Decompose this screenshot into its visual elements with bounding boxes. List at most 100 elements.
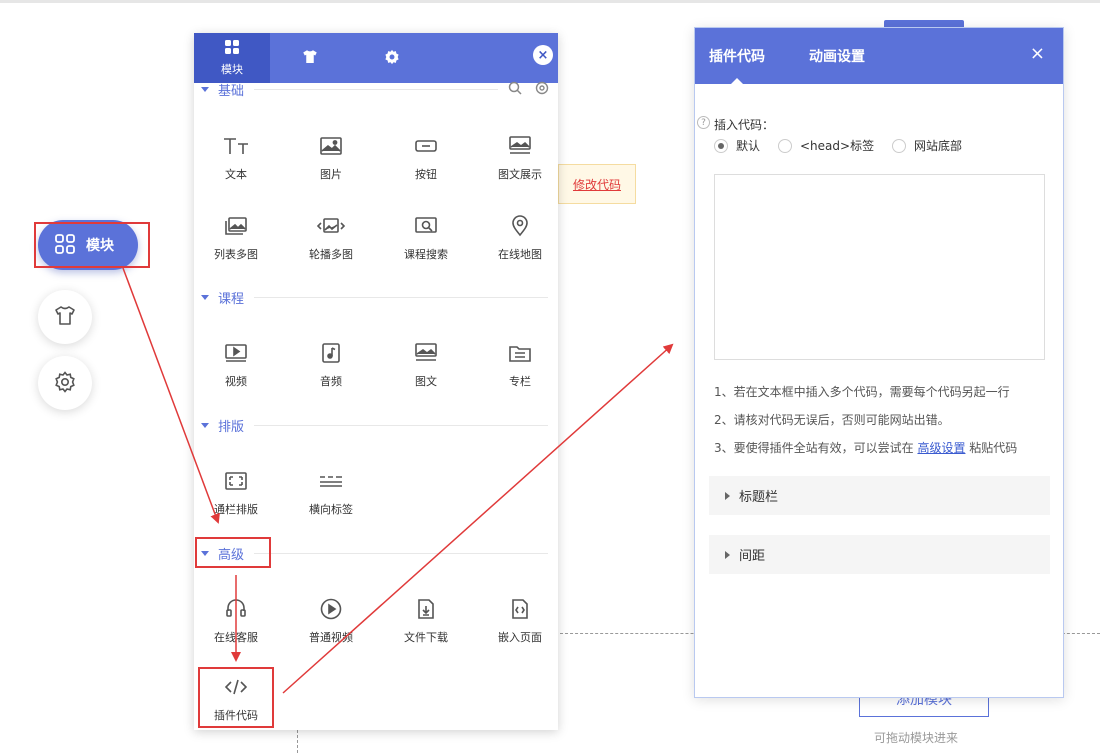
note-1: 1、若在文本框中插入多个代码，需要每个代码另起一行 <box>714 385 1010 399</box>
modify-code-hint: 修改代码 <box>558 164 636 204</box>
plugin-code-panel: 插件代码 动画设置 × ? 插入代码： 默认 <head>标签 网站底部 1、若… <box>694 27 1064 698</box>
module-item-article[interactable]: 图文 <box>386 340 466 400</box>
module-item-column[interactable]: 专栏 <box>480 340 558 400</box>
drag-hint-text: 可拖动模块进来 <box>874 731 959 745</box>
module-item-embed-page[interactable]: 嵌入页面 <box>480 596 558 656</box>
search-icon[interactable] <box>508 81 522 98</box>
section-layout-title: 排版 <box>218 419 245 435</box>
add-module-label: 添加模块 <box>896 697 952 708</box>
caret-right-icon <box>725 491 730 500</box>
section-divider <box>254 424 548 426</box>
advanced-settings-link[interactable]: 高级设置 <box>917 441 965 455</box>
module-item-label: 轮播多图 <box>309 248 353 261</box>
theme-fab-button[interactable] <box>38 290 92 344</box>
module-item-image[interactable]: 图片 <box>291 133 371 193</box>
modify-code-link[interactable]: 修改代码 <box>573 176 621 193</box>
fullwidth-icon <box>224 468 248 494</box>
grid-icon <box>224 39 240 58</box>
note-3: 3、要使得插件全站有效，可以尝试在 高级设置 粘贴代码 <box>714 439 1017 456</box>
tab-settings[interactable] <box>354 33 430 83</box>
video-icon <box>224 340 248 366</box>
module-item-label: 图片 <box>320 168 342 181</box>
collapsible-title-bar[interactable]: 标题栏 <box>709 476 1050 515</box>
collapsible-spacing-label: 间距 <box>739 549 766 564</box>
module-item-map[interactable]: 在线地图 <box>480 213 558 273</box>
tab-plugin-code[interactable]: 插件代码 <box>709 46 765 66</box>
radio-default-label: 默认 <box>736 139 761 153</box>
plugin-code-panel-header: 插件代码 动画设置 × <box>695 28 1063 84</box>
code-textarea[interactable] <box>714 174 1045 360</box>
section-course-title: 课程 <box>218 291 245 307</box>
module-item-label: 课程搜索 <box>404 248 448 261</box>
add-module-button[interactable]: 添加模块 <box>859 697 989 717</box>
gear-icon <box>53 370 77 397</box>
section-layout[interactable]: 排版 <box>194 415 558 435</box>
caret-down-icon <box>201 422 209 428</box>
radio-circle <box>714 138 728 153</box>
embed-page-icon <box>510 596 530 622</box>
radio-head-tag[interactable]: <head>标签 <box>778 137 874 154</box>
module-item-label: 图文展示 <box>498 168 542 181</box>
module-panel-header: 模块 × <box>194 33 558 83</box>
module-item-carousel[interactable]: 轮播多图 <box>291 213 371 273</box>
module-item-audio[interactable]: 音频 <box>291 340 371 400</box>
shirt-icon <box>301 48 319 69</box>
collapsible-title-bar-label: 标题栏 <box>739 490 779 505</box>
tab-animation-settings[interactable]: 动画设置 <box>809 46 865 66</box>
radio-head-tag-label: <head>标签 <box>800 139 875 153</box>
module-item-image-text[interactable]: 图文展示 <box>480 133 558 193</box>
map-pin-icon <box>511 213 529 239</box>
tab-modules[interactable]: 模块 <box>194 33 270 83</box>
module-panel-close-button[interactable]: × <box>533 45 553 65</box>
module-item-label: 视频 <box>225 375 247 388</box>
section-divider <box>254 88 498 90</box>
collapsible-spacing[interactable]: 间距 <box>709 535 1050 574</box>
module-item-label: 文本 <box>225 168 247 181</box>
article-icon <box>414 340 438 366</box>
module-item-label: 专栏 <box>509 375 531 388</box>
eye-settings-icon[interactable] <box>534 81 550 98</box>
module-item-fullwidth[interactable]: 通栏排版 <box>196 468 276 528</box>
image-text-icon <box>508 133 532 159</box>
module-item-course-search[interactable]: 课程搜索 <box>386 213 466 273</box>
insert-code-label: 插入代码： <box>714 118 775 132</box>
radio-default[interactable]: 默认 <box>714 137 760 154</box>
note-3-prefix: 3、要使得插件全站有效，可以尝试在 <box>714 441 918 455</box>
note-3-suffix: 粘贴代码 <box>965 441 1018 455</box>
text-icon <box>222 133 250 159</box>
close-icon[interactable]: × <box>1030 45 1045 63</box>
radio-site-footer[interactable]: 网站底部 <box>892 137 962 154</box>
module-item-horizontal-tabs[interactable]: 横向标签 <box>291 468 371 528</box>
file-download-icon <box>416 596 436 622</box>
section-divider <box>254 296 548 298</box>
caret-down-icon <box>201 294 209 300</box>
section-course[interactable]: 课程 <box>194 287 558 307</box>
annotation-box-plugin-code <box>198 667 274 728</box>
headset-icon <box>225 596 247 622</box>
help-icon[interactable]: ? <box>697 116 710 129</box>
module-item-video[interactable]: 视频 <box>196 340 276 400</box>
module-item-label: 通栏排版 <box>214 503 258 516</box>
module-item-online-service[interactable]: 在线客服 <box>196 596 276 656</box>
module-item-list-images[interactable]: 列表多图 <box>196 213 276 273</box>
module-item-label: 在线地图 <box>498 248 542 261</box>
top-divider <box>0 0 1100 3</box>
course-search-icon <box>414 213 438 239</box>
module-item-button[interactable]: 按钮 <box>386 133 466 193</box>
list-images-icon <box>224 213 248 239</box>
module-item-label: 文件下载 <box>404 631 448 644</box>
caret-down-icon <box>201 86 209 92</box>
tab-theme[interactable] <box>272 33 348 83</box>
settings-fab-button[interactable] <box>38 356 92 410</box>
module-item-text[interactable]: 文本 <box>196 133 276 193</box>
annotation-box-advanced <box>195 537 271 568</box>
radio-circle <box>892 138 906 153</box>
module-item-file-download[interactable]: 文件下载 <box>386 596 466 656</box>
horizontal-tabs-icon <box>318 468 344 494</box>
shirt-icon <box>53 304 77 331</box>
play-circle-icon <box>319 596 343 622</box>
section-basic[interactable]: 基础 <box>194 79 558 99</box>
module-item-plain-video[interactable]: 普通视频 <box>291 596 371 656</box>
module-item-label: 音频 <box>320 375 342 388</box>
carousel-icon <box>316 213 346 239</box>
